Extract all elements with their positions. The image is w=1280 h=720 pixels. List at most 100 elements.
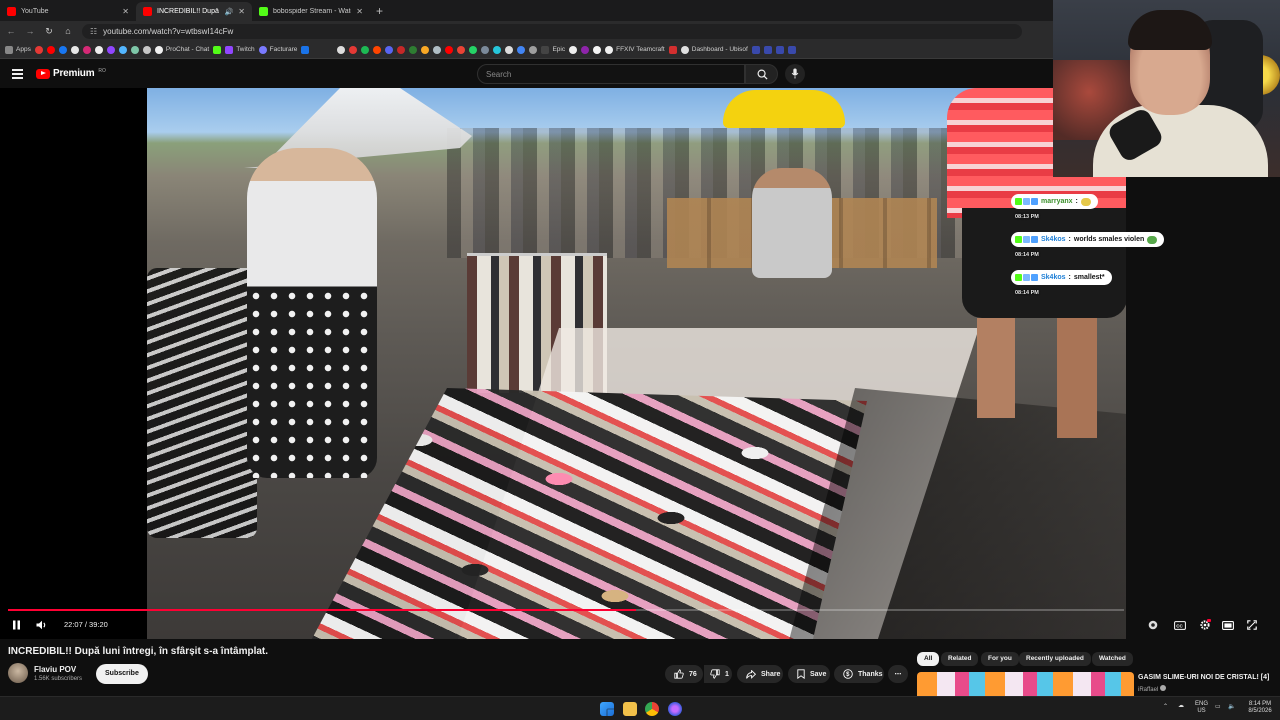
- reload-icon[interactable]: ↻: [44, 26, 54, 37]
- bookmark-icon-35[interactable]: [763, 45, 772, 54]
- speaker-icon[interactable]: 🔊: [225, 8, 234, 16]
- close-icon[interactable]: ✕: [122, 7, 129, 16]
- bookmark-icon-18[interactable]: [397, 45, 406, 54]
- thanks-button[interactable]: $ Thanks: [834, 665, 884, 683]
- bookmark-icon-6[interactable]: [94, 45, 103, 54]
- bookmark-apps[interactable]: Apps: [5, 45, 31, 54]
- file-explorer-icon[interactable]: [623, 702, 637, 716]
- back-icon[interactable]: ←: [6, 26, 16, 36]
- bookmark-ubisoft[interactable]: Dashboard - Ubisof: [680, 45, 748, 54]
- bookmark-ffxiv[interactable]: FFXIV Teamcraft: [605, 45, 665, 54]
- bookmark-icon-3[interactable]: [58, 45, 67, 54]
- bookmark-icon-9[interactable]: [130, 45, 139, 54]
- subscribe-button[interactable]: Subscribe: [96, 664, 148, 684]
- bookmark-icon-36[interactable]: [775, 45, 784, 54]
- youtube-premium-logo[interactable]: Premium RO: [36, 68, 106, 79]
- bookmark-icon-13[interactable]: [337, 45, 346, 54]
- search-input[interactable]: Search: [477, 64, 745, 84]
- channel-name[interactable]: Flaviu POV: [34, 665, 76, 674]
- bookmark-icon-10[interactable]: [142, 45, 151, 54]
- subtitles-button[interactable]: CC: [1173, 618, 1187, 632]
- bookmark-prochat[interactable]: ProChat - Chat: [154, 45, 209, 54]
- bookmark-icon-25[interactable]: [481, 45, 490, 54]
- bookmark-icon-14[interactable]: [349, 45, 358, 54]
- bookmark-icon-4[interactable]: [70, 45, 79, 54]
- bookmark-icon-1[interactable]: [34, 45, 43, 54]
- bookmark-icon-2[interactable]: [46, 45, 55, 54]
- bookmark-icon-11[interactable]: [213, 45, 222, 54]
- bookmark-icon-5[interactable]: [82, 45, 91, 54]
- bookmark-icon-27[interactable]: [505, 45, 514, 54]
- speaker-icon[interactable]: 🔈: [1228, 704, 1235, 711]
- bookmark-icon-12[interactable]: [301, 45, 310, 54]
- bookmark-icon-22[interactable]: [445, 45, 454, 54]
- chip-recently-uploaded[interactable]: Recently uploaded: [1019, 652, 1091, 666]
- apps-grid-icon: [5, 45, 13, 54]
- bookmark-epic[interactable]: Epic: [541, 45, 565, 54]
- tab-video[interactable]: INCREDIBIL!! După luni într 🔊 ✕: [136, 2, 252, 21]
- save-button[interactable]: Save: [788, 665, 830, 683]
- new-tab-button[interactable]: +: [370, 2, 389, 21]
- bookmark-icon-21[interactable]: [433, 45, 442, 54]
- site-info-icon[interactable]: ☷: [90, 27, 97, 36]
- home-icon[interactable]: ⌂: [63, 26, 73, 36]
- voice-search-button[interactable]: [785, 64, 805, 84]
- clock[interactable]: 8:14 PM 8/5/2026: [1244, 701, 1276, 715]
- bookmark-icon-19[interactable]: [409, 45, 418, 54]
- progress-bar[interactable]: [8, 609, 1124, 611]
- url-field[interactable]: ☷ youtube.com/watch?v=wtbswI14cFw: [82, 23, 1022, 39]
- pause-button[interactable]: [9, 618, 23, 632]
- chip-for-you[interactable]: For you: [981, 652, 1019, 666]
- windows-start-icon[interactable]: [600, 702, 614, 716]
- channel-avatar[interactable]: [8, 663, 28, 683]
- app-icon[interactable]: [668, 702, 682, 716]
- theater-mode-button[interactable]: [1221, 618, 1235, 632]
- volume-button[interactable]: [34, 618, 50, 632]
- display-icon[interactable]: ▭: [1215, 704, 1221, 711]
- share-button[interactable]: Share: [737, 665, 783, 683]
- autoplay-toggle[interactable]: [1146, 618, 1160, 632]
- bookmark-icon-17[interactable]: [385, 45, 394, 54]
- settings-button[interactable]: [1197, 618, 1213, 632]
- recommended-video-title[interactable]: GASIM SLIME-URI NOI DE CRISTAL! [4]: [1138, 674, 1269, 681]
- bookmark-icon-15[interactable]: [361, 45, 370, 54]
- bookmark-icon-34[interactable]: [751, 45, 760, 54]
- bookmark-icon-20[interactable]: [421, 45, 430, 54]
- close-icon[interactable]: ✕: [356, 7, 363, 16]
- language-indicator[interactable]: ENG US: [1195, 701, 1208, 715]
- bookmark-icon-26[interactable]: [493, 45, 502, 54]
- video-frame[interactable]: [147, 88, 1126, 639]
- bookmark-icon-37[interactable]: [787, 45, 796, 54]
- tab-youtube[interactable]: YouTube ✕: [0, 2, 136, 21]
- fullscreen-button[interactable]: [1245, 618, 1259, 632]
- chrome-icon[interactable]: [645, 702, 659, 716]
- bookmark-icon-16[interactable]: [373, 45, 382, 54]
- more-actions-button[interactable]: ⋯: [888, 665, 908, 683]
- bookmark-twitch[interactable]: Twitch: [225, 45, 255, 54]
- network-icon[interactable]: ☁: [1178, 703, 1184, 710]
- recommended-video-thumbnail[interactable]: [917, 672, 1134, 696]
- bookmark-icon-23[interactable]: [457, 45, 466, 54]
- bookmark-icon-31[interactable]: [581, 45, 590, 54]
- bookmark-icon-33[interactable]: [668, 45, 677, 54]
- bookmark-icon-29[interactable]: [529, 45, 538, 54]
- chip-watched[interactable]: Watched: [1092, 652, 1133, 666]
- dislike-button[interactable]: 1: [704, 665, 732, 683]
- bookmark-icon-24[interactable]: [469, 45, 478, 54]
- tab-kick[interactable]: bobospider Stream - Watch Li ✕: [252, 2, 370, 21]
- bookmark-icon-28[interactable]: [517, 45, 526, 54]
- bookmark-facturare[interactable]: Facturare: [258, 45, 297, 54]
- tray-overflow-icon[interactable]: ⌃: [1163, 704, 1168, 711]
- like-button[interactable]: 76: [665, 665, 703, 683]
- menu-icon[interactable]: [12, 69, 23, 81]
- recommended-video-channel[interactable]: iRaffael: [1138, 685, 1166, 693]
- forward-icon[interactable]: →: [25, 26, 35, 36]
- close-icon[interactable]: ✕: [238, 7, 245, 16]
- search-button[interactable]: [745, 64, 778, 84]
- bookmark-icon-8[interactable]: [118, 45, 127, 54]
- bookmark-icon-30[interactable]: [569, 45, 578, 54]
- chip-related[interactable]: Related: [941, 652, 979, 666]
- bookmark-icon-32[interactable]: [593, 45, 602, 54]
- bookmark-icon-7[interactable]: [106, 45, 115, 54]
- chip-all[interactable]: All: [917, 652, 940, 666]
